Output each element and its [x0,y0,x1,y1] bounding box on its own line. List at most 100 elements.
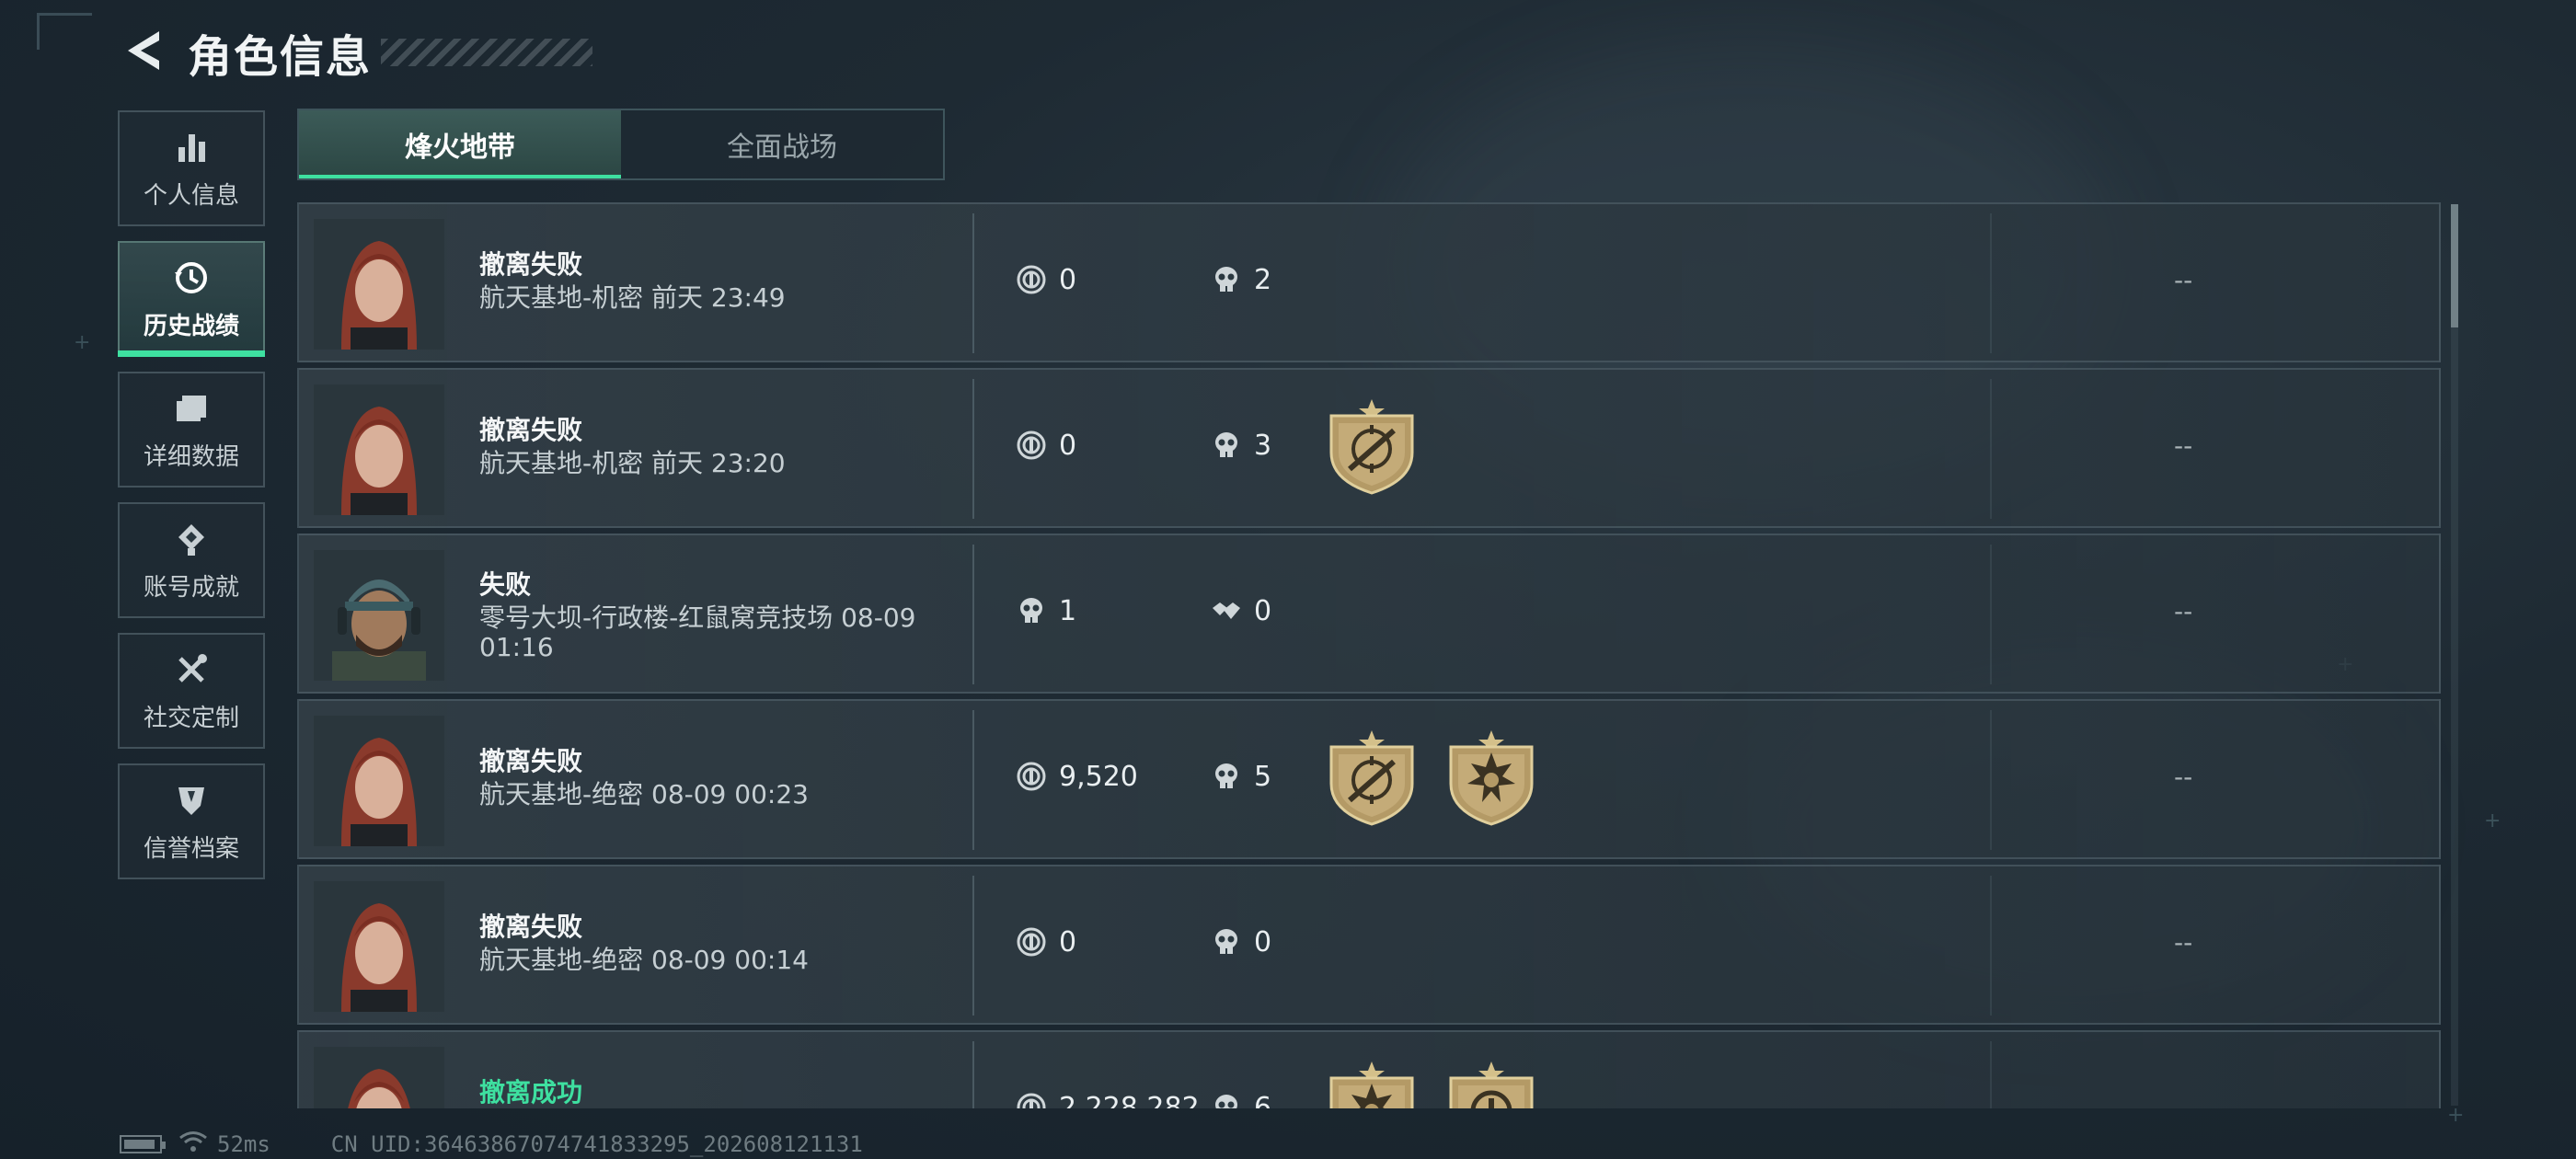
divider [972,213,974,353]
stat-value: 6 [1254,1091,1272,1109]
tools-icon [171,649,212,690]
match-stat: 0 [1015,263,1076,296]
stat-value: 0 [1059,263,1077,296]
history-clock-icon [171,258,212,298]
coin-icon [1015,1091,1048,1108]
divider [972,876,974,1016]
stat-value: 2,228,282 [1059,1091,1200,1109]
match-result: 撤离失败 [479,746,583,776]
stat-value: 3 [1254,429,1272,462]
folder-icon [171,388,212,429]
match-extra: -- [2174,762,2193,792]
avatar [314,384,444,515]
match-history-list: 撤离失败 航天基地-机密 前天 23:49 0 2 -- 撤离失败 航天基地-机密 前天 2… [297,202,2441,1108]
match-detail: 零号大坝-行政楼-红鼠窝竞技场 08-09 01:16 [479,602,916,662]
divider [972,379,974,519]
sidebar-item-label: 社交定制 [143,704,239,732]
player-uid: CN UID:36463867074741833295_202608121131 [330,1131,863,1157]
match-row[interactable]: 失败 零号大坝-行政楼-红鼠窝竞技场 08-09 01:16 1 0 -- [297,534,2441,694]
battery-icon [120,1135,166,1153]
crosshair-rifle-badge[interactable] [1322,396,1421,495]
avatar [314,716,444,846]
back-button[interactable] [120,25,166,80]
sidebar: 个人信息 历史战绩 详细数据 账号成就 社交定制 信誉档案 [118,110,265,894]
scrollbar-track [2451,204,2458,1106]
match-extra: -- [2174,430,2193,461]
match-stat: 6 [1210,1091,1271,1108]
match-stat: 2,228,282 [1015,1091,1200,1108]
match-stat: 2 [1210,263,1271,296]
sidebar-item-social-custom[interactable]: 社交定制 [118,633,265,749]
match-row[interactable]: 撤离失败 航天基地-机密 前天 23:20 0 3 -- [297,368,2441,528]
divider [1990,1041,1992,1108]
sidebar-item-label: 详细数据 [143,442,239,471]
badge-list [1322,396,1442,495]
skull-icon [1210,760,1243,793]
bar-chart-icon [171,127,212,167]
match-result: 撤离失败 [479,415,583,445]
match-detail: 航天基地-绝密 08-09 00:23 [479,779,809,809]
match-detail: 航天基地-机密 前天 23:20 [479,448,786,478]
sidebar-item-achievements[interactable]: 账号成就 [118,502,265,618]
divider [972,545,974,684]
divider [1990,710,1992,850]
match-stat: 0 [1015,925,1076,958]
match-stat: 5 [1210,760,1271,793]
sidebar-item-label: 信誉档案 [143,834,239,863]
match-detail: 航天基地-机密 前天 23:49 [479,282,786,313]
sidebar-item-reputation[interactable]: 信誉档案 [118,763,265,879]
match-stat: 3 [1210,429,1271,462]
coin-icon [1015,925,1048,958]
match-row[interactable]: 撤离失败 航天基地-绝密 08-09 00:14 0 0 -- [297,865,2441,1025]
skull-icon [1210,1091,1243,1108]
sidebar-item-history[interactable]: 历史战绩 [118,241,265,357]
match-stat: 0 [1015,429,1076,462]
skull-icon [1015,594,1048,627]
achievement-icon [171,519,212,559]
skull-icon [1210,263,1243,296]
coin-icon [1015,760,1048,793]
stat-value: 0 [1254,594,1272,627]
coin-badge[interactable] [1442,1058,1541,1108]
avatar [314,550,444,681]
scrollbar-thumb[interactable] [2451,204,2458,327]
skull-burst-badge[interactable] [1442,727,1541,826]
status-bar: 52ms CN UID:36463867074741833295_2026081… [120,1130,863,1159]
match-result: 撤离失败 [479,912,583,942]
handshake-icon [1210,594,1243,627]
stat-value: 0 [1059,429,1077,462]
coin-icon [1015,263,1048,296]
tab-hazard-zone[interactable]: 烽火地带 [299,110,621,178]
avatar [314,1047,444,1108]
divider [972,710,974,850]
stat-value: 0 [1254,925,1272,958]
corner-frame [37,13,92,50]
sidebar-item-label: 历史战绩 [143,312,239,340]
match-result: 失败 [479,569,532,600]
shield-icon [171,780,212,820]
title-decoration [381,39,593,66]
skull-icon [1210,925,1243,958]
back-arrow-icon [122,28,163,77]
stat-value: 1 [1059,594,1077,627]
tab-full-battlefield[interactable]: 全面战场 [621,110,943,178]
match-row[interactable]: 撤离成功 2,228,282 6 [297,1030,2441,1108]
match-extra: -- [2174,927,2193,958]
skull-burst-badge[interactable] [1322,1058,1421,1108]
stat-value: 5 [1254,760,1272,793]
avatar [314,219,444,350]
sidebar-item-detailed-data[interactable]: 详细数据 [118,372,265,488]
match-row[interactable]: 撤离失败 航天基地-绝密 08-09 00:23 9,520 5 -- [297,699,2441,859]
header: 角色信息 [120,20,593,85]
sidebar-item-label: 个人信息 [143,181,239,210]
match-extra: -- [2174,265,2193,295]
match-result: 撤离失败 [479,249,583,280]
match-stat: 0 [1210,925,1271,958]
sidebar-item-personal-info[interactable]: 个人信息 [118,110,265,226]
page-title: 角色信息 [188,31,373,83]
match-row[interactable]: 撤离失败 航天基地-机密 前天 23:49 0 2 -- [297,202,2441,362]
crosshair-rifle-badge[interactable] [1322,727,1421,826]
ping-value: 52ms [217,1131,270,1157]
divider [1990,876,1992,1016]
match-extra: -- [2174,596,2193,626]
